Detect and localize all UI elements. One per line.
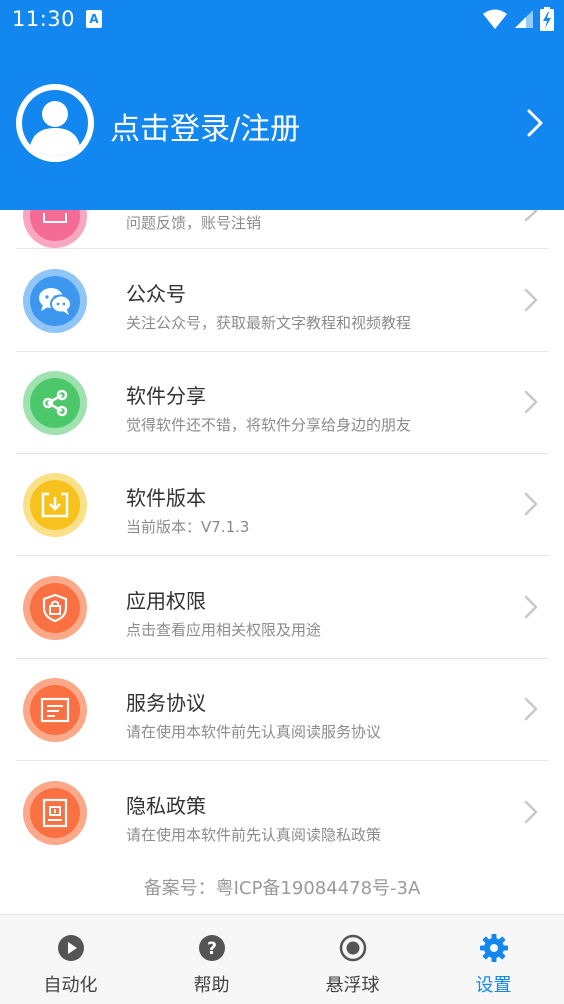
chevron-right-icon[interactable] bbox=[524, 800, 538, 824]
status-bar: 11:30 A bbox=[0, 0, 564, 40]
tab-help[interactable]: ? 帮助 bbox=[141, 915, 282, 1004]
profile-header: 11:30 A 点击登录/注册 bbox=[0, 0, 564, 210]
tab-automation[interactable]: 自动化 bbox=[0, 915, 141, 1004]
list-item-share[interactable]: 软件分享 觉得软件还不错，将软件分享给身边的朋友 bbox=[16, 352, 548, 454]
chevron-right-icon[interactable] bbox=[524, 210, 538, 222]
chevron-right-icon[interactable] bbox=[524, 390, 538, 414]
list-item-title: 服务协议 bbox=[126, 691, 206, 715]
cellular-signal-icon bbox=[515, 10, 533, 28]
radio-button-icon bbox=[339, 934, 367, 962]
list-item-subtitle: 觉得软件还不错，将软件分享给身边的朋友 bbox=[126, 416, 412, 434]
list-item-permissions[interactable]: 应用权限 点击查看应用相关权限及用途 bbox=[16, 557, 548, 659]
document-icon bbox=[23, 678, 87, 742]
login-entry[interactable]: 点击登录/注册 bbox=[0, 82, 564, 166]
download-icon bbox=[23, 473, 87, 537]
list-item-privacy-policy[interactable]: 隐私政策 请在使用本软件前先认真阅读隐私政策 bbox=[16, 762, 548, 864]
share-icon bbox=[23, 371, 87, 435]
login-register-text[interactable]: 点击登录/注册 bbox=[110, 104, 300, 148]
list-item-subtitle: 关注公众号，获取最新文字教程和视频教程 bbox=[126, 314, 412, 332]
status-icons bbox=[482, 6, 554, 32]
list-item-subtitle: 问题反馈，账号注销 bbox=[126, 214, 262, 232]
chevron-right-icon[interactable] bbox=[524, 595, 538, 619]
chevron-right-icon[interactable] bbox=[524, 288, 538, 312]
feedback-icon bbox=[23, 210, 87, 248]
status-time: 11:30 bbox=[12, 7, 76, 31]
list-item-feedback[interactable]: 问题反馈，账号注销 bbox=[16, 210, 548, 249]
chevron-right-icon[interactable] bbox=[524, 697, 538, 721]
list-item-subtitle: 请在使用本软件前先认真阅读隐私政策 bbox=[126, 826, 382, 844]
list-item-subtitle: 点击查看应用相关权限及用途 bbox=[126, 621, 322, 639]
wifi-icon bbox=[483, 9, 507, 29]
play-circle-icon bbox=[58, 935, 84, 961]
list-item-title: 隐私政策 bbox=[126, 794, 206, 818]
user-silhouette-icon bbox=[18, 86, 92, 160]
tab-label: 帮助 bbox=[193, 975, 230, 996]
bottom-navigation: 自动化 ? 帮助 悬浮球 设置 bbox=[0, 914, 564, 1004]
notification-app-icon: A bbox=[86, 10, 102, 28]
tab-label: 悬浮球 bbox=[325, 975, 380, 996]
list-item-service-agreement[interactable]: 服务协议 请在使用本软件前先认真阅读服务协议 bbox=[16, 659, 548, 761]
list-item-subtitle: 请在使用本软件前先认真阅读服务协议 bbox=[126, 723, 382, 741]
shield-lock-icon bbox=[23, 576, 87, 640]
tab-floating-ball[interactable]: 悬浮球 bbox=[282, 915, 423, 1004]
tab-label: 自动化 bbox=[43, 975, 98, 996]
tab-label: 设置 bbox=[475, 975, 512, 996]
list-item-title: 软件版本 bbox=[126, 486, 206, 510]
list-item-title: 软件分享 bbox=[126, 384, 206, 408]
battery-charging-icon bbox=[540, 7, 554, 31]
list-item-official-account[interactable]: 公众号 关注公众号，获取最新文字教程和视频教程 bbox=[16, 250, 548, 352]
help-circle-icon: ? bbox=[199, 935, 225, 961]
list-item-version[interactable]: 软件版本 当前版本：V7.1.3 bbox=[16, 454, 548, 556]
gear-icon bbox=[480, 934, 508, 962]
svg-text:?: ? bbox=[207, 939, 217, 959]
tab-settings[interactable]: 设置 bbox=[423, 915, 564, 1004]
chevron-right-icon[interactable] bbox=[526, 108, 544, 138]
chevron-right-icon[interactable] bbox=[524, 492, 538, 516]
list-item-title: 应用权限 bbox=[126, 589, 206, 613]
settings-list[interactable]: 问题反馈，账号注销 公众号 关注公众号，获取最新文字教程和视频教程 软件分享 觉… bbox=[0, 210, 564, 914]
privacy-doc-icon bbox=[23, 781, 87, 845]
wechat-icon bbox=[23, 269, 87, 333]
icp-record-number: 备案号：粤ICP备19084478号-3A bbox=[143, 878, 421, 899]
avatar[interactable] bbox=[16, 84, 94, 162]
list-item-title: 公众号 bbox=[126, 282, 186, 306]
list-item-subtitle: 当前版本：V7.1.3 bbox=[126, 518, 250, 536]
